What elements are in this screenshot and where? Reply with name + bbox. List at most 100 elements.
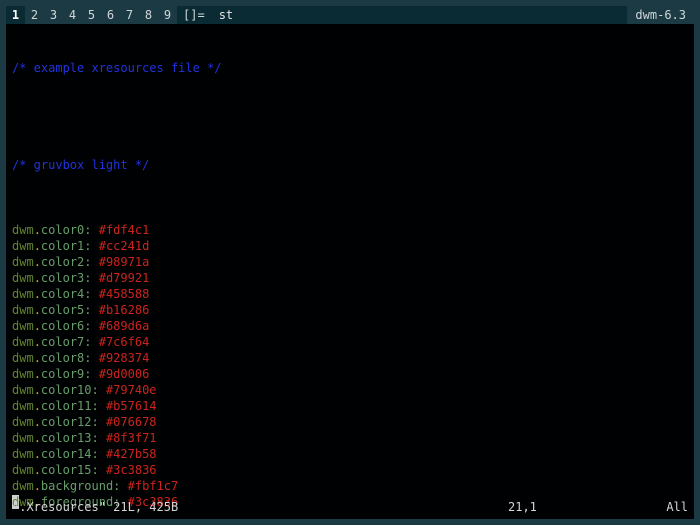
property-value: #3c3836 (106, 462, 157, 478)
property-name: color1: (41, 238, 92, 254)
tag-2[interactable]: 2 (25, 6, 44, 24)
layout-symbol[interactable]: []= (177, 6, 211, 24)
property-value: #8f3f71 (106, 430, 157, 446)
resource-line: dwm.color10: #79740e (12, 382, 688, 398)
property-value: #076678 (106, 414, 157, 430)
property-value: #9d0006 (99, 366, 150, 382)
key-prefix: dwm (12, 446, 34, 462)
key-prefix: dwm (12, 302, 34, 318)
dot-separator: . (34, 430, 41, 446)
property-name: color9: (41, 366, 92, 382)
property-name: color10: (41, 382, 99, 398)
property-name: color12: (41, 414, 99, 430)
tag-5[interactable]: 5 (82, 6, 101, 24)
property-name: color0: (41, 222, 92, 238)
property-name: color4: (41, 286, 92, 302)
dot-separator: . (34, 318, 41, 334)
dot-separator: . (34, 350, 41, 366)
tag-1[interactable]: 1 (6, 6, 25, 24)
property-name: color6: (41, 318, 92, 334)
dot-separator: . (34, 286, 41, 302)
property-value: #cc241d (99, 238, 150, 254)
dwm-window: 123456789 []= st dwm-6.3 /* example xres… (0, 0, 700, 525)
vim-statusline: ".Xresources" 21L, 425B 21,1 All (6, 499, 694, 515)
dot-separator: . (34, 414, 41, 430)
resource-line: dwm.color11: #b57614 (12, 398, 688, 414)
status-scroll: All (628, 499, 688, 515)
property-name: color14: (41, 446, 99, 462)
property-name: background: (41, 478, 120, 494)
key-prefix: dwm (12, 222, 34, 238)
key-prefix: dwm (12, 366, 34, 382)
tag-4[interactable]: 4 (63, 6, 82, 24)
dot-separator: . (34, 334, 41, 350)
property-value: #b16286 (99, 302, 150, 318)
resource-line: dwm.color15: #3c3836 (12, 462, 688, 478)
resource-line: dwm.color14: #427b58 (12, 446, 688, 462)
property-value: #928374 (99, 350, 150, 366)
property-name: color11: (41, 398, 99, 414)
dot-separator: . (34, 398, 41, 414)
key-prefix: dwm (12, 238, 34, 254)
window-title[interactable]: st (211, 6, 628, 24)
property-name: color5: (41, 302, 92, 318)
tag-8[interactable]: 8 (139, 6, 158, 24)
dot-separator: . (34, 254, 41, 270)
key-prefix: dwm (12, 270, 34, 286)
tag-9[interactable]: 9 (158, 6, 177, 24)
key-prefix: dwm (12, 286, 34, 302)
property-value: #79740e (106, 382, 157, 398)
key-prefix: dwm (12, 462, 34, 478)
resource-line: dwm.color1: #cc241d (12, 238, 688, 254)
property-name: color8: (41, 350, 92, 366)
key-prefix: dwm (12, 254, 34, 270)
property-name: color13: (41, 430, 99, 446)
dot-separator: . (34, 302, 41, 318)
resource-line: dwm.color13: #8f3f71 (12, 430, 688, 446)
status-cursor: 21,1 (508, 499, 628, 515)
resource-line: dwm.color9: #9d0006 (12, 366, 688, 382)
comment-line: /* example xresources file */ (12, 60, 688, 76)
dot-separator: . (34, 366, 41, 382)
tag-3[interactable]: 3 (44, 6, 63, 24)
comment-line: /* gruvbox light */ (12, 157, 688, 173)
key-prefix: dwm (12, 318, 34, 334)
property-name: color7: (41, 334, 92, 350)
dot-separator: . (34, 462, 41, 478)
status-text: dwm-6.3 (627, 6, 694, 24)
blank-line (12, 109, 688, 125)
dot-separator: . (34, 446, 41, 462)
property-value: #fbf1c7 (128, 478, 179, 494)
tag-6[interactable]: 6 (101, 6, 120, 24)
resource-line: dwm.color5: #b16286 (12, 302, 688, 318)
resource-line: dwm.color4: #458588 (12, 286, 688, 302)
property-value: #b57614 (106, 398, 157, 414)
property-name: color3: (41, 270, 92, 286)
tag-list: 123456789 (6, 6, 177, 24)
dot-separator: . (34, 382, 41, 398)
dot-separator: . (34, 270, 41, 286)
key-prefix: dwm (12, 334, 34, 350)
property-value: #d79921 (99, 270, 150, 286)
property-value: #689d6a (99, 318, 150, 334)
resource-entries: dwm.color0: #fdf4c1dwm.color1: #cc241ddw… (12, 222, 688, 510)
property-value: #98971a (99, 254, 150, 270)
dot-separator: . (34, 238, 41, 254)
key-prefix: dwm (12, 430, 34, 446)
resource-line: dwm.color6: #689d6a (12, 318, 688, 334)
dwm-bar: 123456789 []= st dwm-6.3 (6, 6, 694, 24)
status-file: ".Xresources" 21L, 425B (12, 499, 508, 515)
resource-line: dwm.color12: #076678 (12, 414, 688, 430)
key-prefix: dwm (12, 350, 34, 366)
terminal[interactable]: /* example xresources file */ /* gruvbox… (6, 24, 694, 519)
dot-separator: . (34, 222, 41, 238)
resource-line: dwm.color3: #d79921 (12, 270, 688, 286)
key-prefix: dwm (12, 382, 34, 398)
dot-separator: . (34, 478, 41, 494)
property-value: #7c6f64 (99, 334, 150, 350)
tag-7[interactable]: 7 (120, 6, 139, 24)
key-prefix: dwm (12, 398, 34, 414)
resource-line: dwm.color2: #98971a (12, 254, 688, 270)
resource-line: dwm.color7: #7c6f64 (12, 334, 688, 350)
property-value: #427b58 (106, 446, 157, 462)
